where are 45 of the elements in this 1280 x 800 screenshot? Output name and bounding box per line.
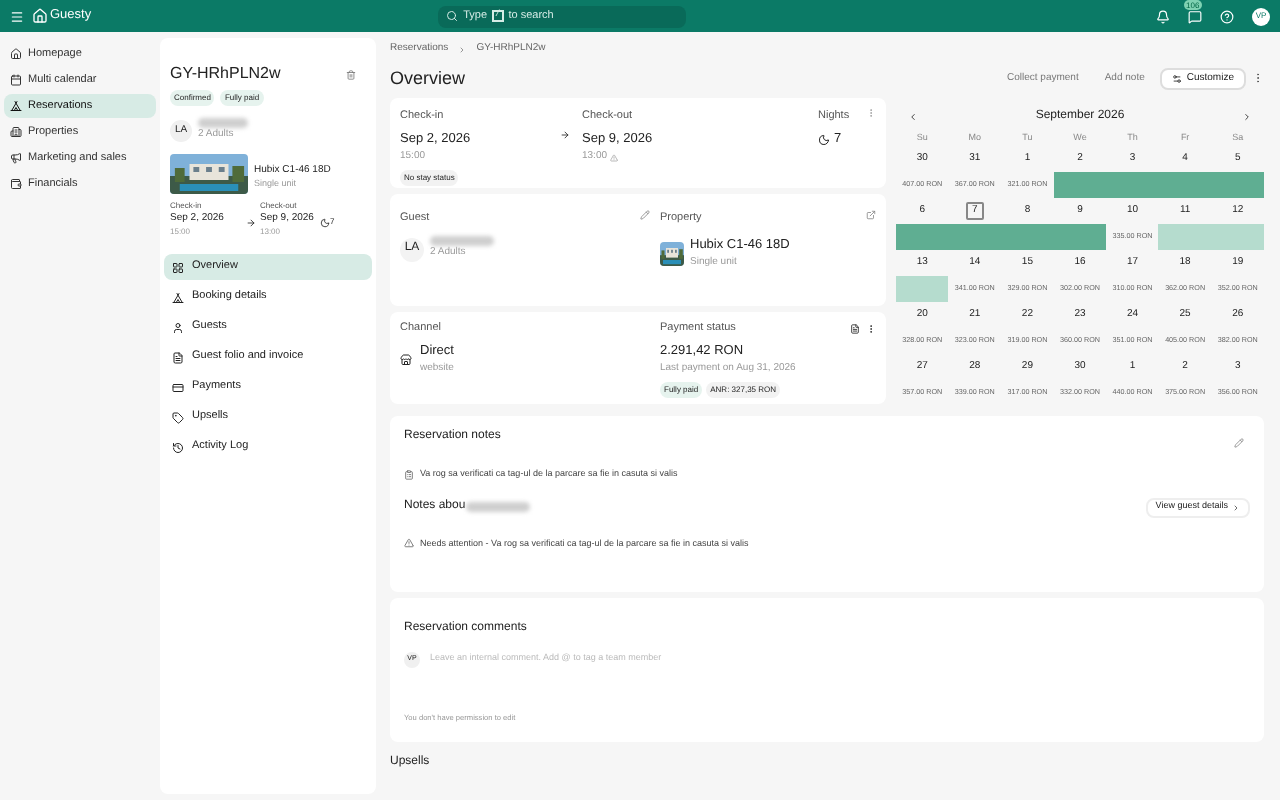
arrow-icon xyxy=(560,130,570,140)
redacted-name xyxy=(430,236,494,247)
home-icon xyxy=(10,48,22,60)
chat-icon[interactable] xyxy=(1188,9,1202,23)
booking-bar xyxy=(896,223,949,250)
booking-bar xyxy=(1158,223,1212,250)
menu-icon[interactable] xyxy=(10,9,24,23)
moon-icon xyxy=(818,134,830,147)
calendar-icon xyxy=(10,74,22,86)
booking-bar xyxy=(1211,171,1264,198)
help-icon[interactable] xyxy=(1220,9,1234,23)
booking-bar xyxy=(896,275,949,302)
redacted-name xyxy=(465,502,530,512)
reservation-code: GY-HRhPLN2w xyxy=(170,62,281,86)
warning-icon xyxy=(404,538,414,549)
booking-bar xyxy=(1053,171,1107,198)
building-icon xyxy=(10,126,22,138)
document-icon xyxy=(172,351,184,363)
megaphone-icon xyxy=(10,152,22,164)
trash-icon[interactable] xyxy=(346,69,356,79)
wallet-icon xyxy=(10,178,22,190)
document-icon[interactable] xyxy=(850,323,860,334)
booking-bar xyxy=(1053,223,1107,250)
tent-icon xyxy=(172,291,184,303)
bell-icon[interactable] xyxy=(1156,9,1170,23)
tag-icon xyxy=(172,411,184,423)
search-icon xyxy=(445,10,458,22)
logo-icon xyxy=(32,8,48,24)
next-icon[interactable] xyxy=(1242,112,1252,122)
redacted-name xyxy=(198,118,248,128)
booking-bar xyxy=(1211,223,1264,250)
moon-icon xyxy=(319,218,330,228)
user-icon xyxy=(172,321,184,333)
page-title: Overview xyxy=(390,65,466,91)
warning-icon xyxy=(609,153,618,162)
card-icon xyxy=(172,381,184,393)
external-link-icon[interactable] xyxy=(866,210,876,220)
settings-icon xyxy=(1172,73,1183,84)
arrow-icon xyxy=(246,218,256,228)
grid-icon xyxy=(172,261,184,273)
tent-icon xyxy=(10,100,22,112)
store-icon xyxy=(400,353,412,366)
history-icon xyxy=(172,441,184,453)
clipboard-icon xyxy=(404,469,414,480)
previous-icon[interactable] xyxy=(908,112,918,122)
